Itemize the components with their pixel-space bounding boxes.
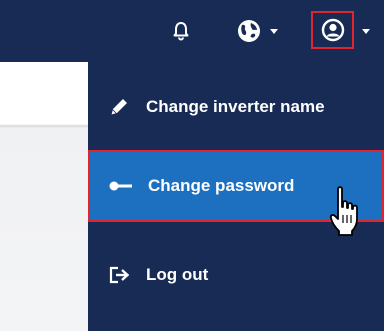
key-icon [106,180,136,192]
globe-icon[interactable] [236,18,262,44]
user-circle-icon [321,18,344,42]
menu-item-label: Log out [146,265,209,284]
language-dropdown-caret-icon[interactable] [270,29,278,34]
user-dropdown-caret-icon[interactable] [362,29,370,34]
menu-item-label: Change password [148,176,295,195]
pencil-icon [104,96,134,118]
bell-icon[interactable] [170,20,192,42]
menu-item-change-inverter-name[interactable]: Change inverter name [88,76,384,138]
menu-item-log-out[interactable]: Log out [88,244,384,306]
page-background [0,62,88,331]
menu-item-label: Change inverter name [146,97,325,116]
hand-cursor-icon [329,186,358,236]
top-navbar [0,0,384,62]
user-menu-button[interactable] [311,11,354,49]
logout-icon [104,265,134,285]
